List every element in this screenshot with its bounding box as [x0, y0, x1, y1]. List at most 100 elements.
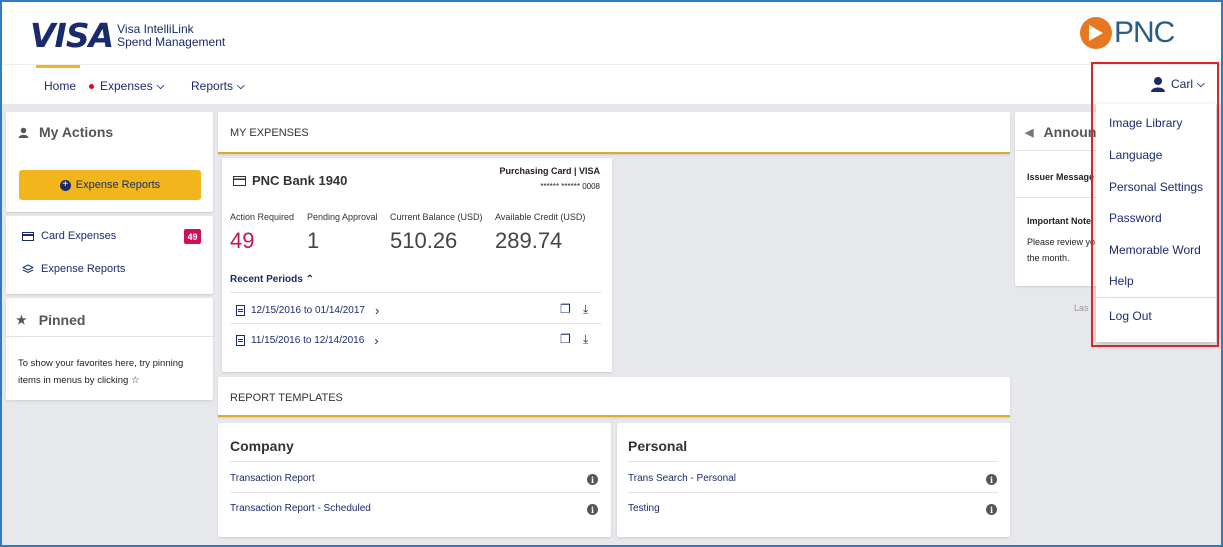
sidebar-item-expense-reports[interactable]: Expense Reports	[22, 263, 125, 275]
info-icon[interactable]: i	[587, 474, 598, 485]
menu-item-memorable-word[interactable]: Memorable Word	[1109, 243, 1201, 257]
template-link[interactable]: Testing	[628, 503, 660, 514]
nav-reports[interactable]: Reports ⌵	[191, 79, 245, 93]
sidebar-item-label: Expense Reports	[41, 263, 126, 275]
download-icon[interactable]: ⤓	[583, 332, 588, 347]
recent-periods-label: Recent Periods	[230, 274, 303, 285]
announcement-text-line-2: the month.	[1027, 253, 1070, 263]
important-note-label: Important Note	[1027, 216, 1091, 226]
stat-value-action-required[interactable]: 49	[230, 228, 254, 254]
announcements-title: Announ	[1043, 124, 1097, 140]
nav-expenses[interactable]: Expenses ⌵	[89, 79, 164, 93]
quick-links-panel	[6, 216, 213, 294]
visa-sub-2: Spend Management	[117, 34, 226, 49]
clipboard-icon[interactable]: ❒	[560, 332, 571, 346]
template-link[interactable]: Trans Search - Personal	[628, 473, 736, 484]
pin-icon: ★	[16, 313, 27, 327]
personal-templates-title: Personal	[628, 438, 688, 454]
nav-home[interactable]: Home	[44, 79, 76, 93]
credit-card-icon	[233, 175, 246, 186]
issuer-message-label: Issuer Message	[1027, 172, 1095, 182]
info-icon[interactable]: i	[986, 474, 997, 485]
card-type: Purchasing Card | VISA	[499, 166, 600, 176]
user-icon	[18, 127, 29, 138]
card-expenses-count-badge: 49	[184, 229, 201, 244]
divider	[230, 492, 600, 493]
my-actions-title: My Actions	[39, 124, 114, 140]
chevron-right-icon: ›	[374, 333, 379, 348]
pinned-help-line-1: To show your favorites here, try pinning	[18, 358, 184, 369]
sidebar-item-card-expenses[interactable]: Card Expenses	[22, 230, 116, 242]
menu-item-password[interactable]: Password	[1109, 211, 1162, 225]
megaphone-icon: ◀	[1025, 126, 1034, 139]
visa-logo[interactable]: VISA Visa IntelliLink Spend Management	[30, 16, 225, 55]
visa-sub-1: Visa IntelliLink	[117, 21, 194, 36]
period-row[interactable]: 12/15/2016 to 01/14/2017 ›	[236, 303, 379, 318]
divider	[6, 336, 213, 337]
expense-reports-button[interactable]: + Expense Reports	[19, 170, 201, 200]
menu-item-log-out[interactable]: Log Out	[1109, 309, 1152, 323]
divider	[1015, 150, 1105, 151]
info-icon[interactable]: i	[986, 504, 997, 515]
announcements-panel: ◀ Announ Issuer Message Important Note P…	[1015, 112, 1105, 286]
my-expenses-title: MY EXPENSES	[230, 127, 309, 139]
nav-home-label: Home	[44, 79, 77, 93]
stat-label-current-balance: Current Balance (USD)	[390, 212, 483, 222]
stat-value-pending-approval[interactable]: 1	[307, 228, 319, 254]
company-templates-title: Company	[230, 438, 294, 454]
menu-item-image-library[interactable]: Image Library	[1109, 116, 1182, 130]
pnc-logo: PNC	[1080, 16, 1175, 50]
credit-card-icon	[22, 231, 34, 241]
visa-wordmark: VISA	[30, 16, 114, 55]
document-icon	[236, 305, 245, 316]
app-header: VISA Visa IntelliLink Spend Management P…	[0, 0, 1223, 104]
pinned-help-line-2-text: items in menus by clicking	[18, 375, 129, 386]
divider	[1096, 297, 1216, 298]
divider	[1015, 197, 1105, 198]
user-dropdown-menu: Image Library Language Personal Settings…	[1096, 104, 1216, 342]
period-row[interactable]: 11/15/2016 to 12/14/2016 ›	[236, 333, 379, 348]
document-icon	[236, 335, 245, 346]
stat-label-action-required: Action Required	[230, 212, 295, 222]
layers-icon	[22, 263, 34, 273]
sidebar-item-label: Card Expenses	[41, 230, 117, 242]
pin-outline-icon: ☆	[131, 375, 140, 386]
my-expenses-header: MY EXPENSES	[218, 112, 1010, 154]
user-menu-toggle[interactable]: Carl ⌵	[1150, 76, 1205, 92]
report-templates-title: REPORT TEMPLATES	[230, 392, 343, 404]
stat-label-available-credit: Available Credit (USD)	[495, 212, 586, 222]
main-nav: Home Expenses ⌵ Reports ⌵	[0, 64, 1223, 104]
nav-reports-label: Reports	[191, 79, 234, 93]
divider	[628, 461, 998, 462]
clipboard-icon[interactable]: ❒	[560, 302, 571, 316]
report-templates-header: REPORT TEMPLATES	[218, 377, 1010, 417]
menu-item-help[interactable]: Help	[1109, 274, 1134, 288]
period-label: 11/15/2016 to 12/14/2016	[251, 335, 365, 346]
menu-item-personal-settings[interactable]: Personal Settings	[1109, 180, 1203, 194]
chevron-down-icon: ⌵	[156, 80, 165, 92]
stat-label-pending-approval: Pending Approval	[307, 212, 378, 222]
divider	[230, 323, 602, 324]
pnc-mark-icon	[1080, 17, 1112, 49]
divider	[628, 492, 998, 493]
section-underline	[218, 152, 1010, 154]
template-link[interactable]: Transaction Report - Scheduled	[230, 503, 371, 514]
divider	[230, 292, 602, 293]
pinned-header: ★ Pinned	[16, 312, 86, 328]
expense-reports-button-label: Expense Reports	[75, 179, 161, 191]
pinned-panel: ★ Pinned To show your favorites here, tr…	[6, 298, 213, 400]
recent-periods-toggle[interactable]: Recent Periods ⌃	[230, 274, 314, 285]
my-actions-header: My Actions	[18, 124, 113, 140]
pnc-wordmark: PNC	[1114, 16, 1175, 49]
nav-expenses-label: Expenses	[100, 79, 153, 93]
download-icon[interactable]: ⤓	[583, 302, 588, 317]
chevron-down-icon: ⌵	[1197, 78, 1205, 90]
last-updated-text: Las	[1074, 303, 1089, 313]
pinned-help-line-2: items in menus by clicking ☆	[18, 372, 183, 389]
info-icon[interactable]: i	[587, 504, 598, 515]
template-link[interactable]: Transaction Report	[230, 473, 315, 484]
user-name: Carl	[1171, 77, 1194, 91]
card-name: PNC Bank 1940	[252, 173, 348, 188]
menu-item-language[interactable]: Language	[1109, 148, 1162, 162]
pinned-help-text: To show your favorites here, try pinning…	[18, 355, 183, 389]
